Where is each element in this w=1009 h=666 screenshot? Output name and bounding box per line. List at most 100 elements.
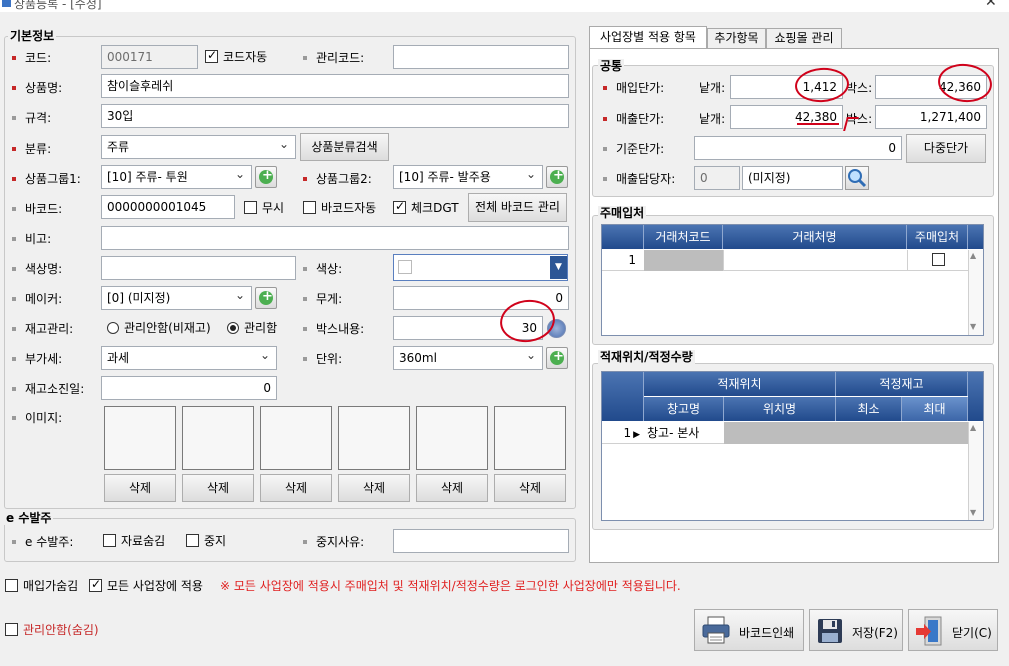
spec-field[interactable]: 30입 — [101, 104, 569, 128]
scroll-down-icon[interactable]: ▼ — [970, 508, 976, 517]
color-name-field[interactable] — [101, 256, 296, 280]
product-edit-window: 상품등록 - [수정] ✕ 기본정보 코드: 000171 코드자동 관리코드:… — [0, 0, 1009, 666]
printer-icon — [701, 616, 731, 644]
scroll-up-icon[interactable]: ▲ — [970, 423, 976, 432]
stock-group-header: 적정재고 — [836, 372, 968, 396]
maker-add-icon[interactable] — [255, 287, 277, 309]
position-cell[interactable] — [724, 422, 836, 444]
search-icon[interactable] — [845, 166, 869, 190]
hide-buy-price-checkbox[interactable]: 매입가숨김 — [5, 579, 78, 593]
category-search-button[interactable]: 상품분류검색 — [300, 133, 389, 161]
supplier-col-main: 주매입처 — [907, 225, 968, 249]
color-dropdown-icon[interactable]: ▼ — [550, 256, 567, 279]
image-delete-button[interactable]: 삭제 — [338, 474, 410, 502]
supplier-grid-corner — [602, 225, 644, 249]
eorder-stop-checkbox[interactable]: 중지 — [186, 534, 226, 548]
tab-extra-items-label: 추가항목 — [714, 31, 759, 45]
sell-unit-price-field[interactable]: 42,380 — [730, 105, 843, 129]
maker-label: 메이커: — [12, 292, 62, 306]
close-window-icon[interactable]: ✕ — [985, 0, 997, 10]
supplier-main-checkbox[interactable] — [931, 253, 945, 266]
base-price-field[interactable]: 0 — [694, 136, 902, 160]
location-grid-scrollbar[interactable] — [968, 422, 983, 520]
supplier-header-scroll-cap — [968, 225, 983, 249]
mgmt-code-label: 관리코드: — [303, 51, 364, 65]
group2-select[interactable]: [10] 주류- 발주용 — [393, 165, 543, 189]
image-slot[interactable] — [104, 406, 176, 470]
stock-managed-radio[interactable]: 관리함 — [227, 321, 277, 335]
scroll-down-icon[interactable]: ▼ — [970, 322, 976, 331]
check-dgt-checkbox[interactable]: 체크DGT — [393, 199, 459, 215]
image-slot[interactable] — [494, 406, 566, 470]
name-field[interactable]: 참이슬후레쉬 — [101, 74, 569, 98]
unit-add-icon[interactable] — [546, 347, 568, 369]
group1-add-icon[interactable] — [255, 166, 277, 188]
annotation-underline — [797, 123, 839, 125]
category-select[interactable]: 주류 — [101, 135, 296, 159]
color-label: 색상: — [303, 262, 342, 276]
min-cell[interactable] — [836, 422, 902, 444]
current-row-icon: ▶ — [633, 430, 640, 440]
image-delete-button[interactable]: 삭제 — [416, 474, 488, 502]
sales-rep-name-field[interactable]: (미지정) — [742, 166, 843, 190]
buy-box-label: 박스: — [846, 81, 873, 95]
location-row-number-text: 1 — [623, 426, 632, 440]
image-slot[interactable] — [338, 406, 410, 470]
image-delete-button[interactable]: 삭제 — [260, 474, 332, 502]
location-col-warehouse: 창고명 — [644, 397, 724, 421]
name-label: 상품명: — [12, 81, 62, 95]
group2-add-icon[interactable] — [546, 166, 568, 188]
location-col-min: 최소 — [836, 397, 902, 421]
barcode-field[interactable]: 0000000001045 — [101, 195, 235, 219]
maker-select[interactable]: [0] (미지정) — [101, 286, 252, 310]
supplier-col-name: 거래처명 — [723, 225, 907, 249]
multi-price-button[interactable]: 다중단가 — [906, 134, 986, 163]
group1-select[interactable]: [10] 주류- 투원 — [101, 165, 252, 189]
stop-reason-field[interactable] — [393, 529, 569, 553]
barcode-ignore-checkbox[interactable]: 무시 — [244, 201, 284, 215]
eorder-hide-checkbox[interactable]: 자료숨김 — [103, 534, 165, 548]
scroll-up-icon[interactable]: ▲ — [970, 251, 976, 260]
buy-price-label: 매입단가: — [603, 81, 664, 95]
color-select[interactable] — [393, 254, 568, 281]
supplier-main-cell[interactable] — [907, 250, 968, 271]
unit-label: 단위: — [303, 352, 342, 366]
tab-extra-items[interactable]: 추가항목 — [707, 28, 766, 49]
stock-unmanaged-radio[interactable]: 관리안함(비재고) — [107, 321, 211, 335]
mgmt-code-field[interactable] — [393, 45, 569, 69]
sell-box-price-field[interactable]: 1,271,400 — [875, 105, 987, 129]
memo-label: 비고: — [12, 232, 51, 246]
unmanaged-checkbox[interactable]: 관리안함(숨김) — [5, 623, 99, 637]
barcode-manage-button[interactable]: 전체 바코드 관리 — [468, 193, 567, 222]
unit-select[interactable]: 360ml — [393, 346, 543, 370]
close-button[interactable]: 닫기(C) — [908, 609, 998, 651]
sales-rep-code-field[interactable]: 0 — [694, 166, 740, 190]
barcode-print-label: 바코드인쇄 — [739, 626, 795, 640]
warehouse-cell[interactable]: 창고- 본사 — [644, 422, 724, 444]
image-slot[interactable] — [416, 406, 488, 470]
tab-business-items[interactable]: 사업장별 적용 항목 — [589, 26, 707, 49]
save-button[interactable]: 저장(F2) — [809, 609, 903, 651]
code-field[interactable]: 000171 — [101, 45, 198, 69]
image-delete-button[interactable]: 삭제 — [494, 474, 566, 502]
max-cell[interactable] — [902, 422, 968, 444]
apply-all-checkbox[interactable]: 모든 사업장에 적용 — [89, 577, 203, 593]
sales-rep-label: 매출담당자: — [603, 172, 675, 186]
image-slot[interactable] — [182, 406, 254, 470]
supplier-code-cell[interactable] — [644, 250, 723, 271]
tab-shopping-mall[interactable]: 쇼핑몰 관리 — [766, 28, 842, 49]
code-auto-checkbox[interactable]: 코드자동 — [205, 48, 267, 64]
stock-days-label: 재고소진일: — [12, 382, 84, 396]
basic-info-title: 기본정보 — [8, 29, 57, 43]
vat-label: 부가세: — [12, 352, 62, 366]
memo-field[interactable] — [101, 226, 569, 250]
barcode-auto-checkbox[interactable]: 바코드자동 — [303, 201, 376, 215]
image-delete-button[interactable]: 삭제 — [182, 474, 254, 502]
supplier-col-code: 거래처코드 — [644, 225, 723, 249]
barcode-print-button[interactable]: 바코드인쇄 — [694, 609, 804, 651]
stock-days-field[interactable]: 0 — [101, 376, 277, 400]
supplier-name-cell[interactable] — [723, 250, 907, 271]
vat-select[interactable]: 과세 — [101, 346, 277, 370]
image-delete-button[interactable]: 삭제 — [104, 474, 176, 502]
image-slot[interactable] — [260, 406, 332, 470]
